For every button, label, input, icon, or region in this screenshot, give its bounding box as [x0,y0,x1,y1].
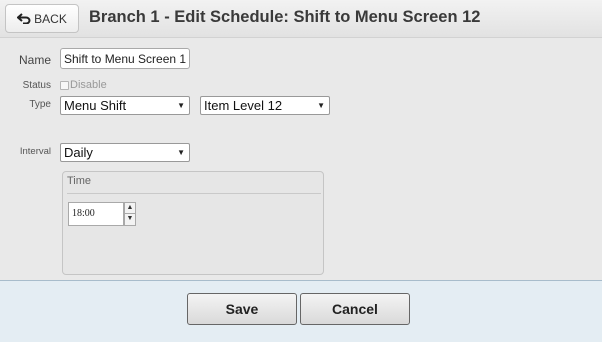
schedule-form: Name Status Disable Type Menu Shift ▼ It… [0,38,602,280]
interval-select-value: Daily [64,145,93,160]
interval-select[interactable]: Daily ▼ [60,143,190,162]
back-button[interactable]: BACK [5,4,79,33]
back-button-label: BACK [34,11,67,26]
level-select-value: Item Level 12 [204,98,283,113]
type-label: Type [29,99,51,110]
name-input[interactable] [60,48,190,69]
triangle-down-icon: ▼ [177,148,185,157]
chevron-up-icon[interactable]: ▲ [124,202,136,214]
disable-label: Disable [70,79,107,91]
save-button[interactable]: Save [187,293,297,325]
chevron-down-icon[interactable]: ▼ [124,214,136,226]
type-select-value: Menu Shift [64,98,127,113]
cancel-button[interactable]: Cancel [300,293,410,325]
action-footer: Save Cancel [0,280,602,342]
level-select[interactable]: Item Level 12 ▼ [200,96,330,115]
page-title: Branch 1 - Edit Schedule: Shift to Menu … [89,8,481,26]
name-label: Name [18,53,51,67]
interval-label: Interval [19,146,51,157]
return-arrow-icon [17,13,31,24]
time-spinner: ▲ ▼ [124,202,136,226]
type-select[interactable]: Menu Shift ▼ [60,96,190,115]
disable-checkbox-group: Disable [60,79,107,91]
disable-checkbox[interactable] [60,80,69,90]
page-header: BACK Branch 1 - Edit Schedule: Shift to … [0,0,602,38]
time-divider [67,193,321,194]
triangle-down-icon: ▼ [177,101,185,110]
triangle-down-icon: ▼ [317,101,325,110]
time-fieldset: Time 18:00 ▲ ▼ [62,171,324,275]
time-legend: Time [67,175,92,187]
time-input[interactable]: 18:00 [68,202,124,226]
status-label: Status [22,80,51,91]
